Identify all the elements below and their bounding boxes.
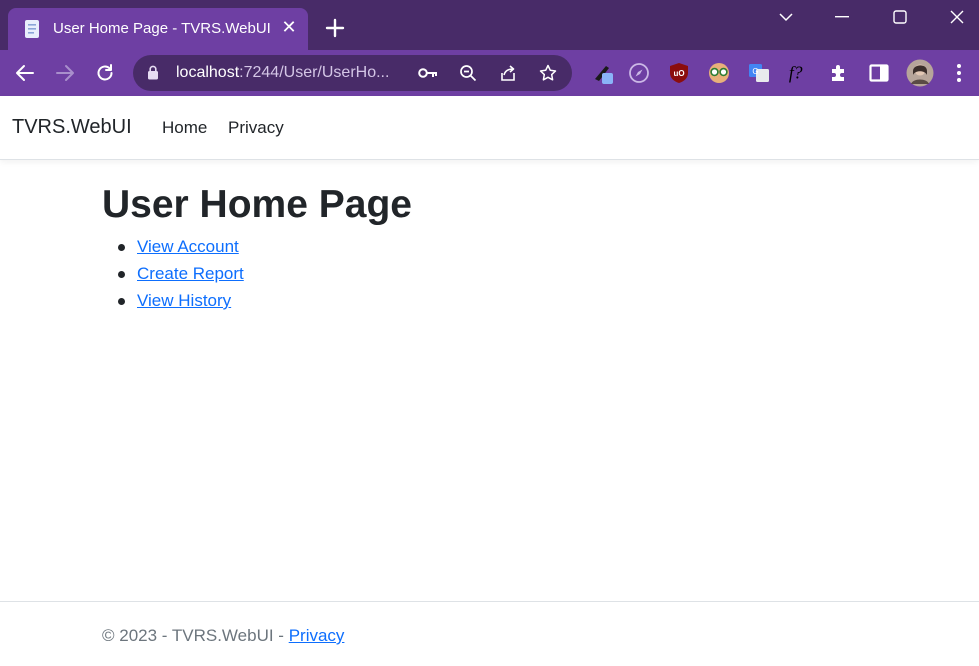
color-picker-extension-icon[interactable] (591, 61, 615, 85)
user-action-list: View Account Create Report View History (102, 236, 412, 317)
browser-titlebar: User Home Page - TVRS.WebUI ✕ (0, 0, 979, 50)
zoom-out-icon[interactable] (457, 62, 479, 84)
window-close-icon[interactable] (928, 0, 979, 34)
list-item: View History (102, 290, 412, 317)
ublock-extension-icon[interactable]: uO (667, 61, 691, 85)
site-footer: © 2023 - TVRS.WebUI - Privacy (0, 601, 979, 666)
font-extension-icon[interactable]: f? (787, 61, 811, 85)
profile-avatar[interactable] (906, 59, 934, 87)
view-history-link[interactable]: View History (137, 291, 231, 310)
page-title: User Home Page (102, 183, 412, 226)
compass-extension-icon[interactable] (627, 61, 651, 85)
site-brand-link[interactable]: TVRS.WebUI (12, 116, 132, 139)
lock-icon[interactable] (147, 65, 159, 80)
list-bullet (118, 298, 125, 305)
footer-text: © 2023 - TVRS.WebUI - Privacy (102, 626, 344, 646)
bookmark-star-icon[interactable] (537, 62, 559, 84)
browser-toolbar: localhost:7244/User/UserHo... uO G f? (0, 50, 979, 96)
svg-text:G: G (752, 67, 758, 76)
browser-menu-icon[interactable] (947, 61, 971, 85)
list-item: Create Report (102, 263, 412, 290)
site-navbar: TVRS.WebUI Home Privacy (0, 96, 979, 160)
extensions-puzzle-icon[interactable] (827, 61, 851, 85)
maximize-icon[interactable] (871, 0, 929, 34)
svg-text:f?: f? (789, 63, 803, 83)
key-icon[interactable] (417, 62, 439, 84)
side-panel-icon[interactable] (867, 61, 891, 85)
page-favicon-icon (25, 20, 39, 38)
list-bullet (118, 271, 125, 278)
svg-text:uO: uO (673, 69, 684, 78)
forward-arrow-icon[interactable] (52, 60, 78, 86)
footer-privacy-link[interactable]: Privacy (289, 626, 345, 645)
tab-search-icon[interactable] (757, 0, 815, 34)
tab-title: User Home Page - TVRS.WebUI (53, 20, 271, 37)
url-text[interactable]: localhost:7244/User/UserHo... (176, 64, 389, 82)
nav-privacy-link[interactable]: Privacy (228, 118, 284, 138)
minimize-icon[interactable] (813, 0, 871, 34)
main-content: User Home Page View Account Create Repor… (102, 180, 412, 317)
create-report-link[interactable]: Create Report (137, 264, 244, 283)
translate-extension-icon[interactable]: G (747, 61, 771, 85)
share-icon[interactable] (497, 62, 519, 84)
nav-home-link[interactable]: Home (162, 118, 207, 138)
new-tab-icon[interactable] (323, 16, 347, 40)
address-bar[interactable]: localhost:7244/User/UserHo... (133, 55, 572, 91)
glasses-extension-icon[interactable] (707, 61, 731, 85)
footer-copyright: © 2023 - TVRS.WebUI - (102, 626, 289, 645)
list-item: View Account (102, 236, 412, 263)
view-account-link[interactable]: View Account (137, 237, 239, 256)
reload-icon[interactable] (92, 60, 118, 86)
back-arrow-icon[interactable] (12, 60, 38, 86)
browser-tab-active[interactable]: User Home Page - TVRS.WebUI ✕ (8, 8, 308, 50)
list-bullet (118, 244, 125, 251)
tab-close-icon[interactable]: ✕ (278, 16, 300, 38)
